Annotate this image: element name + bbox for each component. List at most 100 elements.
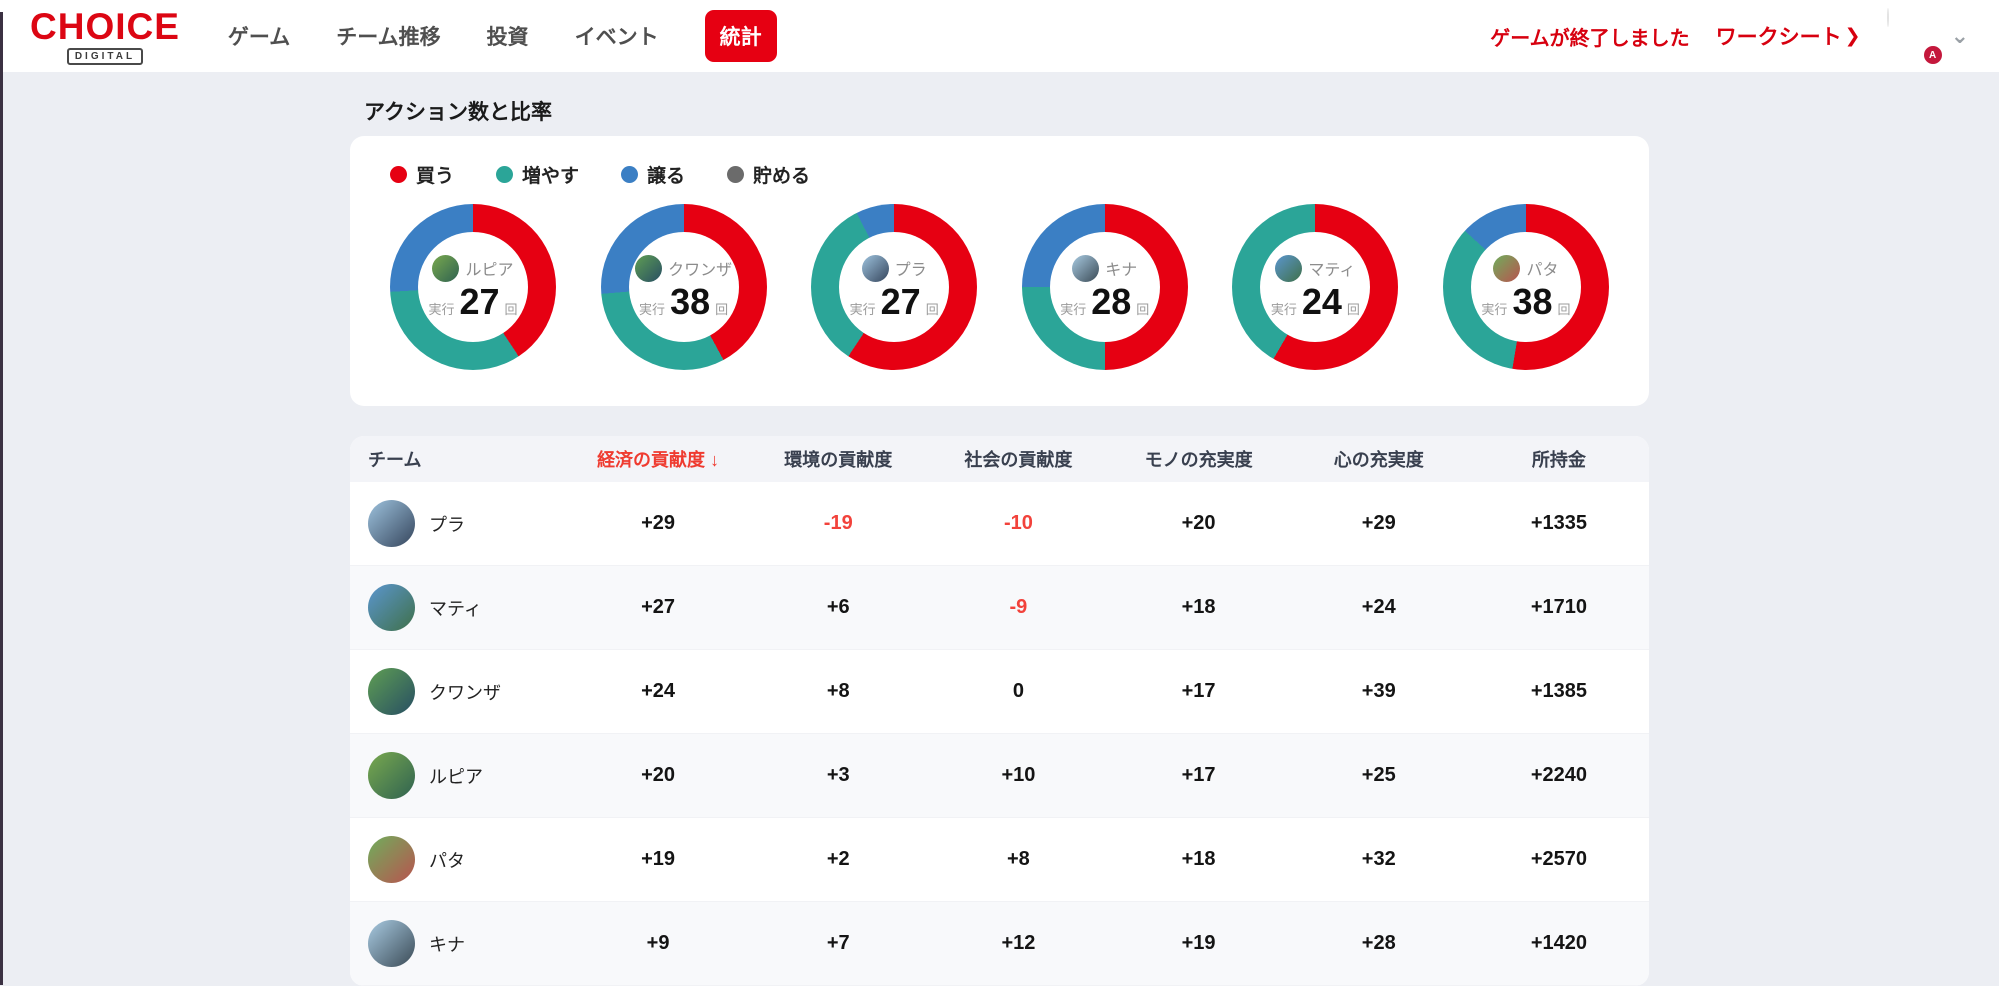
table-row: キナ +9 +7 +12 +19 +28 +1420: [350, 902, 1649, 986]
main-nav: ゲーム チーム推移 投資 イベント 統計: [228, 10, 777, 62]
nav-tab-1[interactable]: ゲーム: [228, 21, 290, 51]
team-avatar-icon: [368, 752, 415, 799]
donut-count-suffix: 回: [1557, 301, 1571, 317]
donut-count-suffix: 回: [504, 301, 518, 317]
stat-value: +32: [1361, 848, 1396, 870]
donut-chart: クワンザ 実行 38 回: [600, 204, 767, 370]
stat-value: +29: [641, 512, 676, 534]
donut-chart: パタ 実行 38 回: [1442, 204, 1609, 370]
donut-center: プラ 実行 27 回: [839, 232, 950, 342]
stat-value: +12: [1001, 932, 1036, 954]
topbar-right: ゲームが終了しました ワークシート ❯ A ⌄: [1490, 8, 1969, 66]
stat-value: +7: [826, 932, 850, 954]
nav-tab-4[interactable]: イベント: [575, 21, 659, 51]
donut-team: キナ: [1072, 254, 1137, 282]
donut-count-prefix: 実行: [1270, 301, 1297, 317]
donut-center: キナ 実行 28 回: [1049, 232, 1160, 342]
donut-count-row: 実行 24 回: [1270, 283, 1360, 320]
action-ratio-card: 買う 増やす 譲る 貯める ルピア 実行 27 回クワンザ 実行 38 回プラ 実行 27 回キナ 実行 2…: [350, 136, 1649, 406]
chevron-right-icon: ❯: [1844, 25, 1861, 47]
donut-chart: マティ実行 24 回: [1232, 204, 1399, 370]
team-name: キナ: [429, 934, 465, 955]
team-avatar-icon: [368, 920, 415, 967]
donut-team: ルピア: [432, 254, 514, 282]
team-cell: プラ: [350, 500, 568, 547]
column-header-6[interactable]: 心の充実度: [1289, 446, 1469, 472]
column-header-1: チーム: [368, 450, 422, 470]
table-body: プラ +29 -19 -10 +20 +29 +1335 マティ +27 +6 -9 +18 +24 +1…: [350, 482, 1649, 986]
action-legend: 買う 増やす 譲る 貯める: [390, 161, 1609, 188]
donut-chart-row: ルピア 実行 27 回クワンザ 実行 38 回プラ 実行 27 回キナ 実行 28 回マティ 実行 24 回パ…: [390, 204, 1609, 370]
nav-tab-2[interactable]: チーム推移: [336, 21, 440, 51]
account-menu[interactable]: A ⌄: [1886, 8, 1969, 66]
chevron-down-icon[interactable]: ⌄: [1951, 25, 1969, 47]
team-cell: キナ: [350, 920, 568, 967]
donut-team: パタ: [1493, 254, 1558, 282]
team-avatar-icon: [368, 836, 415, 883]
donut-team: マティ: [1275, 254, 1356, 282]
stat-value: +2570: [1530, 848, 1587, 870]
logo-title: CHOICE: [30, 5, 180, 47]
legend-dot-icon: [621, 165, 639, 183]
stat-value: +24: [1361, 596, 1396, 618]
column-header-2[interactable]: 経済の貢献度 ↓: [568, 446, 748, 472]
team-cell: パタ: [350, 836, 568, 883]
legend-item: 買う: [390, 161, 454, 188]
stats-page: アクション数と比率 買う 増やす 譲る 貯める ルピア 実行 27 回クワンザ 実行 38 回プラ…: [350, 96, 1649, 986]
user-avatar[interactable]: A: [1886, 8, 1944, 66]
team-name: プラ: [429, 514, 465, 535]
donut-team: プラ: [861, 254, 927, 282]
donut-chart: ルピア 実行 27 回: [390, 204, 556, 370]
stat-value: +18: [1181, 596, 1216, 618]
stat-value: -19: [823, 512, 853, 534]
donut-count-suffix: 回: [715, 301, 729, 317]
stat-value: +3: [826, 764, 850, 786]
donut-count-value: 27: [459, 280, 500, 322]
table-row: クワンザ +24 +8 0 +17 +39 +1385: [350, 650, 1649, 734]
worksheet-link[interactable]: ワークシート ❯: [1716, 21, 1861, 51]
stat-value: +17: [1181, 764, 1216, 786]
team-avatar-icon: [432, 254, 460, 282]
column-header-3[interactable]: 環境の貢献度: [748, 446, 928, 472]
nav-tab-5[interactable]: 統計: [704, 10, 777, 62]
stat-value: +27: [641, 596, 676, 618]
donut-team-name: クワンザ: [668, 262, 733, 279]
team-avatar-icon: [861, 254, 889, 282]
column-header-4[interactable]: 社会の貢献度: [928, 446, 1108, 472]
stat-value: +25: [1361, 764, 1396, 786]
logo-subtitle: DIGITAL: [66, 47, 144, 65]
donut-count-suffix: 回: [1136, 301, 1150, 317]
stat-value: +17: [1181, 680, 1216, 702]
column-header-7[interactable]: 所持金: [1469, 446, 1649, 472]
team-avatar-icon: [1072, 254, 1100, 282]
team-cell: クワンザ: [350, 668, 568, 715]
avatar-image: [1886, 8, 1889, 27]
donut-count-prefix: 実行: [1481, 301, 1508, 317]
stat-value: +19: [641, 848, 676, 870]
stat-value: +1420: [1530, 932, 1587, 954]
donut-center: パタ 実行 38 回: [1470, 232, 1581, 342]
team-avatar-icon: [368, 668, 415, 715]
donut-team-name: マティ: [1308, 262, 1356, 279]
worksheet-link-label: ワークシート: [1715, 26, 1842, 49]
donut-count-suffix: 回: [925, 301, 939, 317]
table-row: ルピア +20 +3 +10 +17 +25 +2240: [350, 734, 1649, 818]
nav-tab-3[interactable]: 投資: [487, 21, 529, 51]
table-row: プラ +29 -19 -10 +20 +29 +1335: [350, 482, 1649, 566]
stat-value: +20: [641, 764, 676, 786]
stat-value: -10: [1003, 512, 1033, 534]
column-header-5[interactable]: モノの充実度: [1109, 446, 1289, 472]
stat-value: +2240: [1530, 764, 1587, 786]
team-avatar-icon: [1493, 254, 1521, 282]
donut-chart: キナ 実行 28 回: [1021, 204, 1188, 370]
donut-center: クワンザ 実行 38 回: [628, 232, 739, 342]
donut-team-name: プラ: [894, 262, 927, 279]
stat-value: +28: [1361, 932, 1396, 954]
team-name: ルピア: [429, 766, 483, 787]
choice-logo[interactable]: CHOICE DIGITAL: [30, 8, 180, 65]
donut-team: クワンザ: [635, 254, 733, 282]
stat-value: +1710: [1530, 596, 1587, 618]
table-row: パタ +19 +2 +8 +18 +32 +2570: [350, 818, 1649, 902]
stat-value: +20: [1181, 512, 1216, 534]
stat-value: 0: [1012, 680, 1024, 702]
